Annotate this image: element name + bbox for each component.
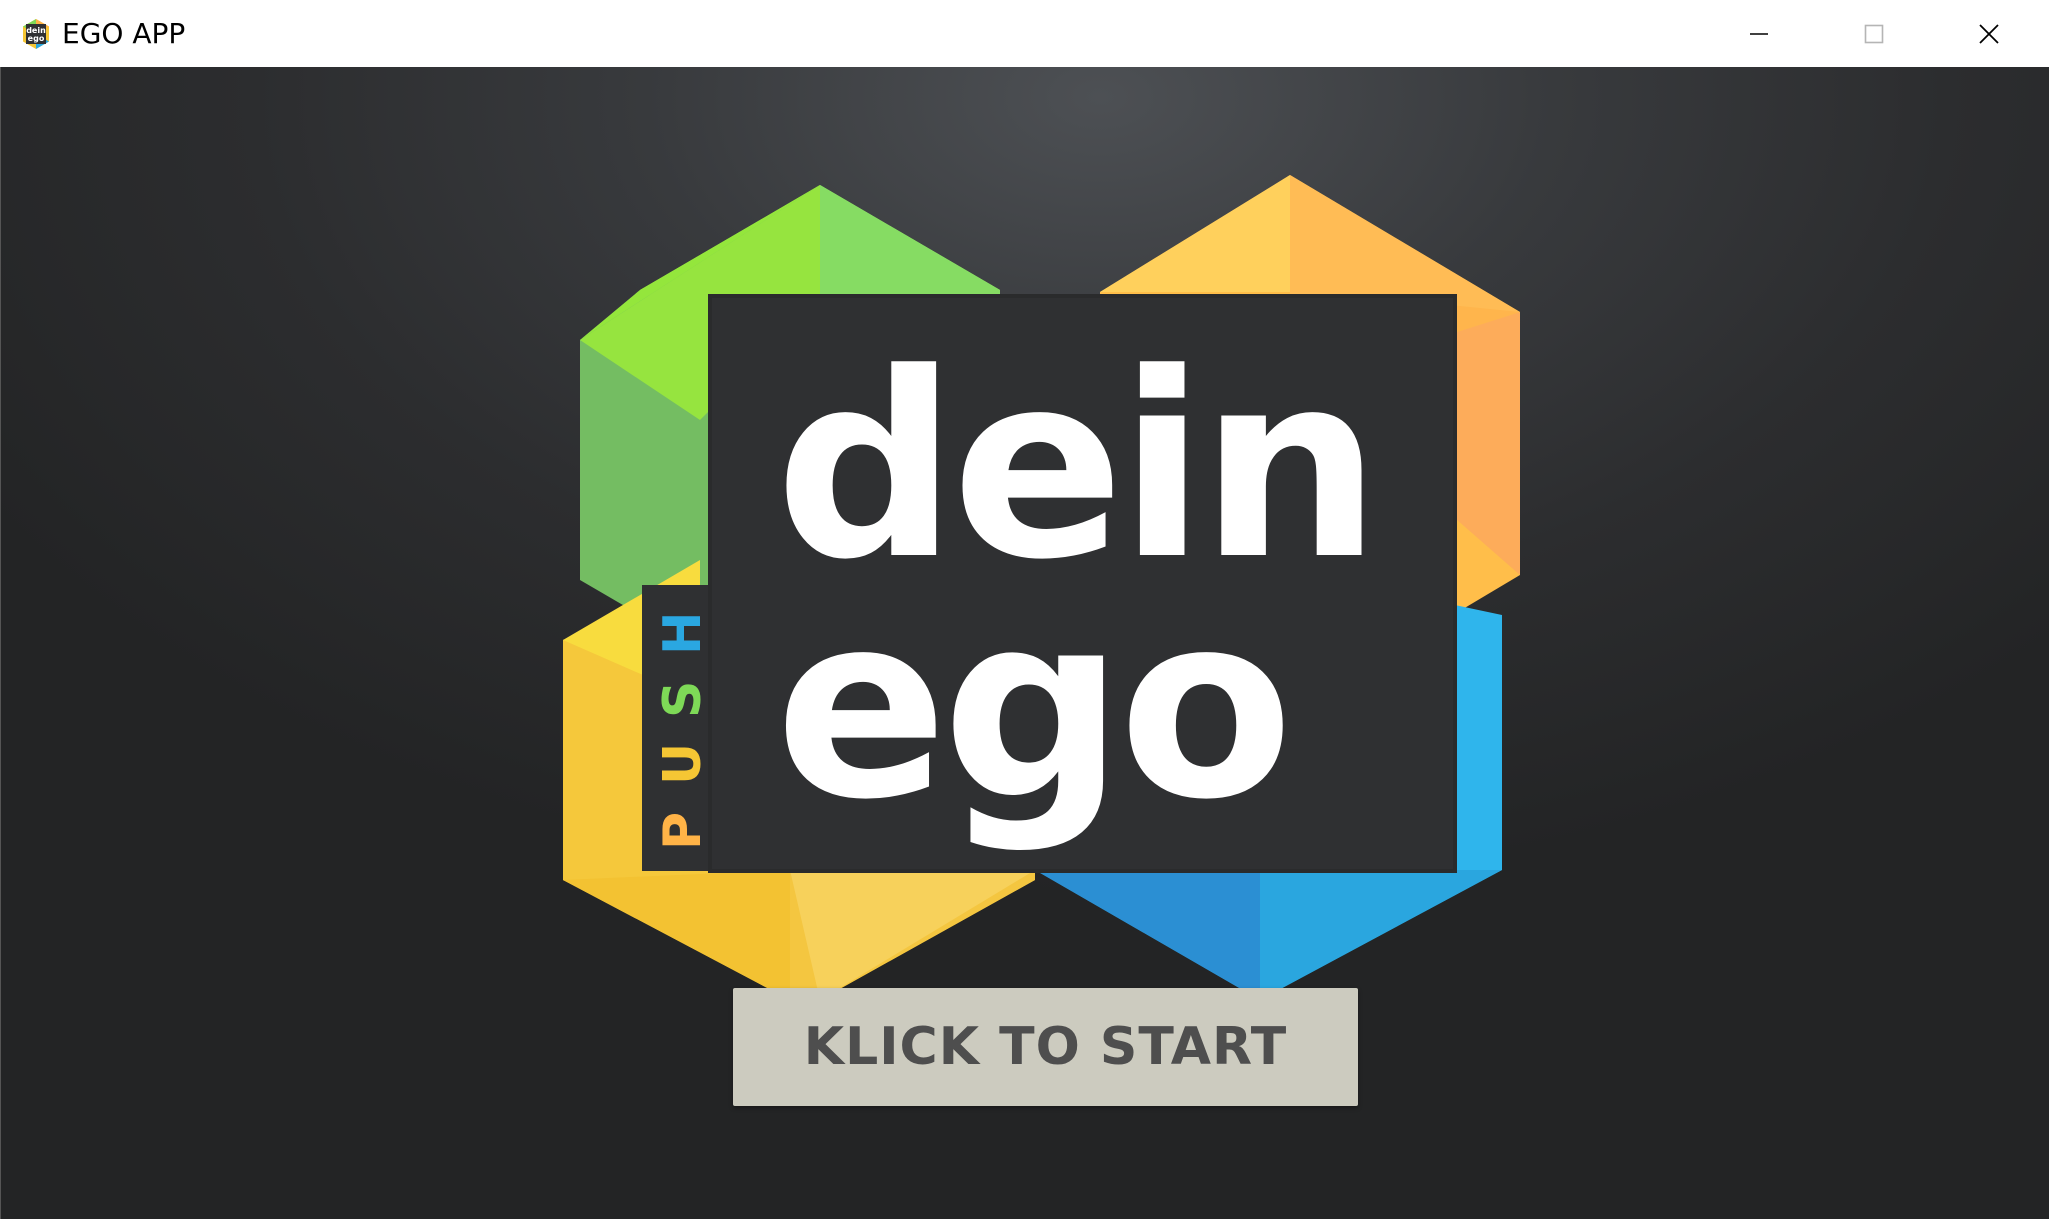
close-button[interactable] <box>1931 0 2046 67</box>
push-letter-p: P <box>653 812 713 850</box>
push-letter-u: U <box>653 743 713 785</box>
push-letter-s: S <box>653 681 713 718</box>
app-icon-text-bottom: ego <box>28 34 45 43</box>
start-button[interactable]: KLICK TO START <box>733 988 1358 1106</box>
logo-word-ego: ego <box>775 559 1288 856</box>
window-title: EGO APP <box>62 17 186 50</box>
minimize-button[interactable] <box>1701 0 1816 67</box>
dein-ego-logo: dein ego P U S H <box>563 175 1520 997</box>
maximize-icon <box>1864 24 1883 43</box>
dein-ego-app-icon: dein ego <box>23 19 49 49</box>
title-bar[interactable]: dein ego EGO APP <box>0 0 2049 67</box>
push-letter-h: H <box>653 611 713 655</box>
app-window: dein ego EGO APP dein ego P U S H KLICK … <box>0 0 2049 1219</box>
close-icon <box>1978 23 1999 44</box>
start-button-label: KLICK TO START <box>803 1017 1288 1077</box>
maximize-button[interactable] <box>1816 0 1931 67</box>
window-left-border <box>0 67 1 1219</box>
minimize-icon <box>1749 32 1768 35</box>
